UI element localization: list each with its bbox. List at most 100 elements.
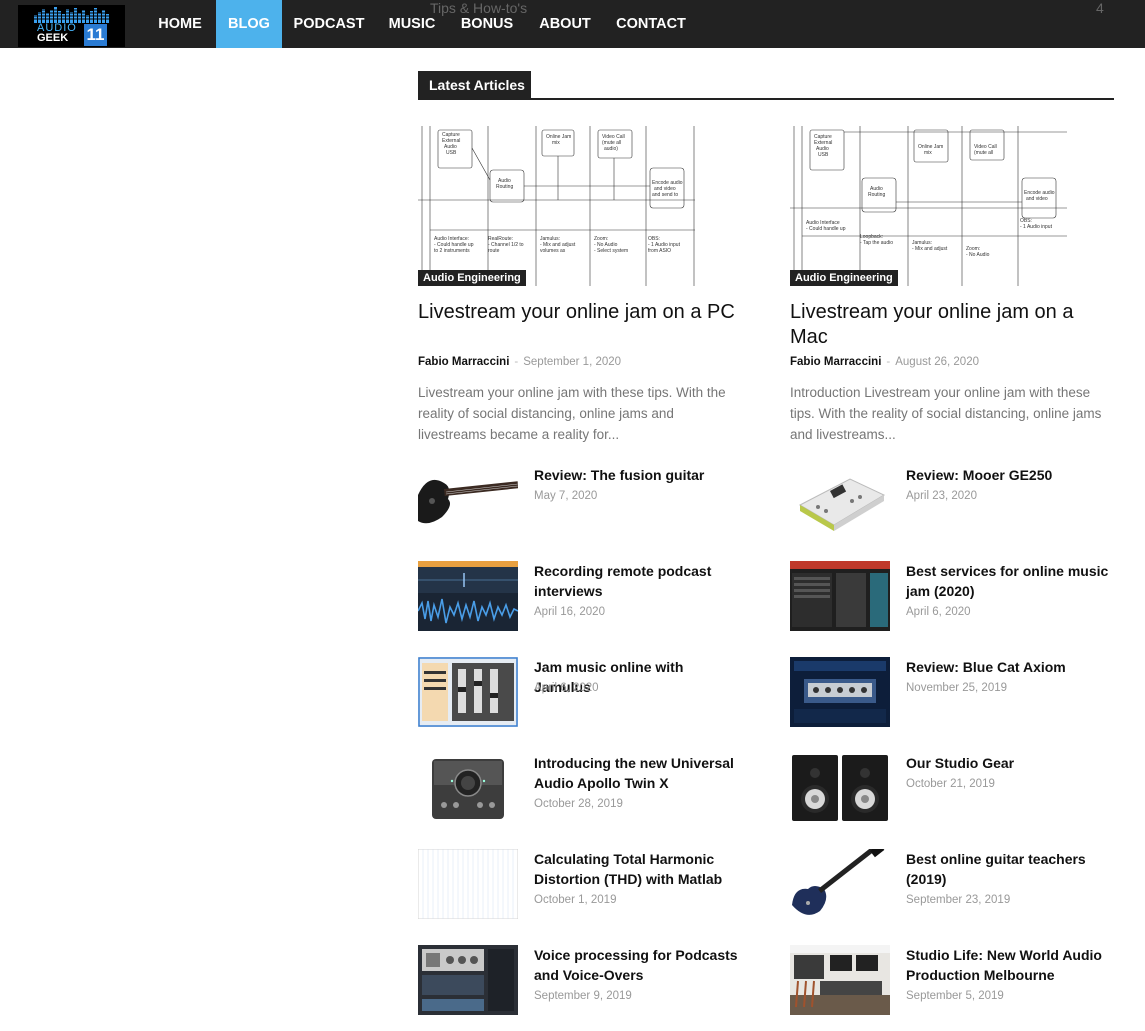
- nav-contact[interactable]: CONTACT: [605, 0, 697, 48]
- post-date: April 6, 2020: [906, 606, 971, 618]
- post-thumbnail[interactable]: [418, 657, 518, 727]
- post-title[interactable]: Voice processing for Podcasts and Voice-…: [534, 945, 739, 985]
- featured-image-mac[interactable]: Capture External Audio USB Audio Routing Onl…: [790, 126, 1067, 286]
- nav-about[interactable]: ABOUT: [526, 0, 604, 48]
- audio-interface-icon: [432, 759, 504, 819]
- top-navigation-bar: Tips & How-to's 4 AUDIO GEEK 11 HOME BLO…: [0, 0, 1145, 48]
- post-thumbnail[interactable]: [418, 849, 518, 919]
- nav-blog[interactable]: BLOG: [216, 0, 282, 48]
- post-thumbnail[interactable]: [790, 753, 890, 823]
- post-title[interactable]: Introducing the new Universal Audio Apol…: [534, 753, 739, 793]
- nav-music[interactable]: MUSIC: [376, 0, 448, 48]
- post-date: September 5, 2019: [906, 990, 1004, 1002]
- post-date: April 6, 2020: [534, 682, 599, 694]
- post-thumbnail[interactable]: [418, 561, 518, 631]
- svg-text:Routing: Routing: [868, 192, 885, 198]
- app-window-icon: [790, 561, 890, 631]
- post-thumbnail[interactable]: [790, 657, 890, 727]
- nav-podcast[interactable]: PODCAST: [283, 0, 375, 48]
- author-link[interactable]: Fabio Marraccini: [418, 356, 509, 368]
- meta-separator: -: [514, 356, 519, 368]
- post-title[interactable]: Studio Life: New World Audio Production …: [906, 945, 1111, 985]
- post-thumbnail[interactable]: [418, 465, 518, 535]
- post-thumbnail[interactable]: [418, 945, 518, 1015]
- post-title[interactable]: Calculating Total Harmonic Distortion (T…: [534, 849, 739, 889]
- post-title[interactable]: Recording remote podcast interviews: [534, 561, 739, 601]
- post-thumbnail[interactable]: [790, 465, 890, 535]
- svg-text:mix: mix: [552, 140, 560, 146]
- post-date: October 1, 2019: [534, 894, 617, 906]
- author-link[interactable]: Fabio Marraccini: [790, 356, 881, 368]
- featured-title[interactable]: Livestream your online jam on a Mac: [790, 300, 1110, 350]
- post-date: September 9, 2019: [534, 990, 632, 1002]
- site-logo[interactable]: AUDIO GEEK 11: [18, 5, 125, 47]
- waveform-icon: [418, 561, 518, 631]
- svg-text:from ASIO: from ASIO: [648, 248, 671, 254]
- post-date: November 25, 2019: [906, 682, 1008, 694]
- featured-excerpt: Introduction Livestream your online jam …: [790, 385, 1102, 442]
- svg-text:- 1 Audio input: - 1 Audio input: [1020, 224, 1053, 230]
- post-thumbnail[interactable]: [790, 945, 890, 1015]
- studio-monitor-icon: [792, 755, 888, 821]
- nav-home[interactable]: HOME: [145, 0, 215, 48]
- svg-text:- Tap the audio: - Tap the audio: [860, 240, 893, 246]
- featured-meta: Fabio Marraccini - September 1, 2020: [418, 356, 621, 368]
- svg-text:volumes as: volumes as: [540, 248, 566, 254]
- featured-title[interactable]: Livestream your online jam on a PC: [418, 300, 738, 325]
- logo-text-geek: GEEK: [37, 32, 69, 44]
- post-date: October 21, 2019: [906, 778, 995, 790]
- post-date: April 23, 2020: [906, 490, 977, 502]
- post-date: September 1, 2020: [523, 356, 622, 368]
- post-date: May 7, 2020: [534, 490, 598, 502]
- ghost-counter-text: 4: [1096, 0, 1104, 16]
- studio-room-icon: [790, 945, 890, 1015]
- post-date: April 16, 2020: [534, 606, 605, 618]
- featured-excerpt: Livestream your online jam with these ti…: [418, 385, 726, 442]
- flow-diagram-image: CaptureExternalAudioUSB AudioRouting Onl…: [418, 126, 695, 286]
- section-title: Latest Articles: [418, 71, 531, 99]
- equalizer-icon: [34, 7, 112, 23]
- svg-text:to 2 instruments: to 2 instruments: [434, 248, 470, 254]
- featured-image-pc[interactable]: Capture External Audio USB Audio Routing Onl…: [418, 126, 695, 286]
- plugin-window-icon: [418, 945, 518, 1015]
- svg-text:(mute all: (mute all: [974, 150, 993, 156]
- svg-text:- Mix and adjust: - Mix and adjust: [912, 246, 948, 252]
- svg-text:and send to: and send to: [652, 192, 678, 198]
- amp-plugin-icon: [790, 657, 890, 727]
- post-title[interactable]: Our Studio Gear: [906, 753, 1111, 773]
- effects-pedal-icon: [798, 478, 886, 531]
- section-divider: [418, 98, 1114, 100]
- svg-text:audio): audio): [604, 146, 618, 152]
- post-title[interactable]: Review: Blue Cat Axiom: [906, 657, 1111, 677]
- nav-bonus[interactable]: BONUS: [449, 0, 525, 48]
- featured-meta: Fabio Marraccini - August 26, 2020: [790, 356, 979, 368]
- logo-badge: 11: [84, 24, 107, 46]
- post-title[interactable]: Best online guitar teachers (2019): [906, 849, 1111, 889]
- post-thumbnail[interactable]: [418, 753, 518, 823]
- post-title[interactable]: Best services for online music jam (2020…: [906, 561, 1111, 601]
- post-date: October 28, 2019: [534, 798, 623, 810]
- post-title[interactable]: Review: The fusion guitar: [534, 465, 739, 485]
- plot-grid-icon: [418, 849, 518, 919]
- meta-separator: -: [886, 356, 891, 368]
- post-title[interactable]: Review: Mooer GE250: [906, 465, 1111, 485]
- post-thumbnail[interactable]: [790, 849, 890, 919]
- mixer-window-icon: [418, 657, 518, 727]
- svg-text:and video: and video: [1026, 196, 1048, 202]
- flow-diagram-image: CaptureExternalAudioUSB AudioRouting Onl…: [790, 126, 1067, 286]
- svg-text:USB: USB: [446, 150, 457, 156]
- svg-text:- No Audio: - No Audio: [966, 252, 990, 258]
- post-date: September 23, 2019: [906, 894, 1011, 906]
- svg-text:mix: mix: [924, 150, 932, 156]
- svg-text:- Could handle up: - Could handle up: [806, 226, 846, 232]
- post-thumbnail[interactable]: [790, 561, 890, 631]
- guitar-icon: [418, 479, 518, 524]
- svg-text:Routing: Routing: [496, 184, 513, 190]
- category-tag[interactable]: Audio Engineering: [418, 270, 526, 286]
- category-tag[interactable]: Audio Engineering: [790, 270, 898, 286]
- svg-text:route: route: [488, 248, 500, 254]
- post-date: August 26, 2020: [895, 356, 979, 368]
- svg-text:- Select system: - Select system: [594, 248, 628, 254]
- svg-text:USB: USB: [818, 152, 829, 158]
- guitar-icon: [792, 849, 885, 915]
